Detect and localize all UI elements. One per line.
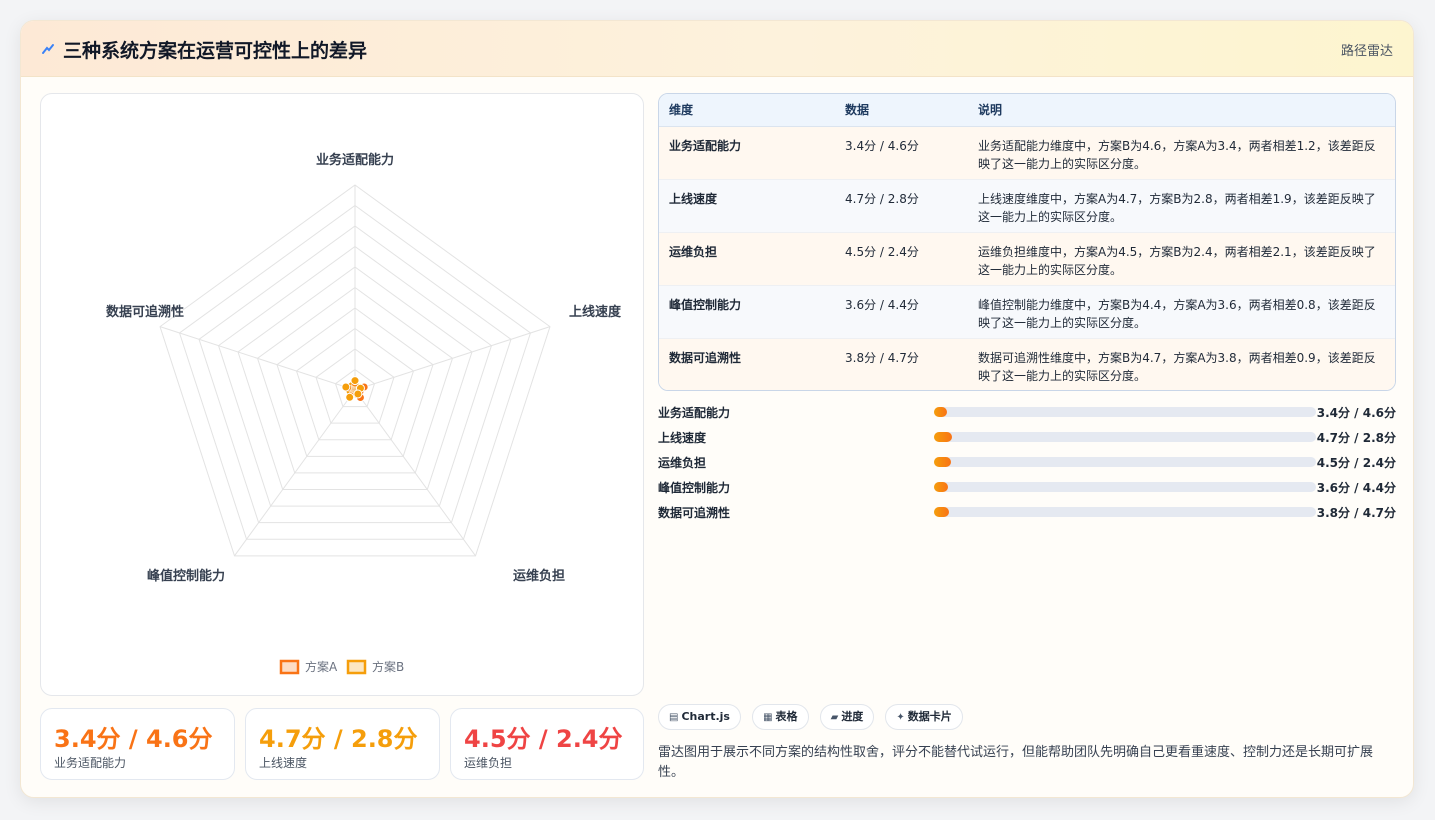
table-icon: ▦	[763, 712, 773, 723]
kpi-value: 3.4分 / 4.6分	[54, 725, 213, 753]
table-header-row: 维度 数据 说明	[659, 94, 1395, 127]
radar-chart: 业务适配能力上线速度运维负担 峰值控制能力 数据可追溯性方案A 方案B	[106, 152, 622, 675]
radar-data-point	[341, 382, 351, 392]
comparison-table: 维度 数据 说明 业务适配能力 3.4分 / 4.6分 业务适配能力维度中，方案…	[658, 93, 1396, 391]
table-cell-data: 3.4分 / 4.6分	[835, 126, 968, 180]
progress-label: 数据可追溯性	[658, 506, 731, 520]
kpi-label: 运维负担	[464, 756, 513, 770]
table-cell-data: 4.5分 / 2.4分	[835, 232, 968, 286]
progress-fill	[934, 457, 952, 467]
table-cell-description: 运维负担维度中，方案A为4.5，方案B为2.4，两者相差2.1，该差距反映了这一…	[968, 232, 1395, 286]
legend-label: 方案B	[372, 659, 404, 674]
progress-fill	[934, 507, 949, 517]
table-cell-data: 4.7分 / 2.8分	[835, 179, 968, 233]
table-row: 业务适配能力 3.4分 / 4.6分 业务适配能力维度中，方案B为4.6，方案A…	[659, 126, 1395, 180]
progress-row: 峰值控制能力 3.6分 / 4.4分	[658, 478, 1396, 503]
table-cell-description: 峰值控制能力维度中，方案B为4.4，方案A为3.6，两者相差0.8，该差距反映了…	[968, 285, 1395, 339]
chip-label: 表格	[775, 710, 798, 723]
table-row: 运维负担 4.5分 / 2.4分 运维负担维度中，方案A为4.5，方案B为2.4…	[659, 232, 1395, 286]
progress-row: 数据可追溯性 3.8分 / 4.7分	[658, 503, 1396, 528]
progress-label: 运维负担	[658, 456, 707, 470]
kpi-label: 业务适配能力	[54, 756, 127, 770]
radar-chart-panel: 业务适配能力上线速度运维负担 峰值控制能力 数据可追溯性方案A 方案B	[40, 93, 644, 696]
radar-data-point	[353, 389, 363, 399]
progress-track	[934, 407, 1316, 417]
chip-chartjs[interactable]: ▤ Chart.js	[658, 704, 741, 730]
radar-axis-label: 运维负担	[513, 568, 565, 584]
chip-label: 进度	[841, 710, 864, 723]
progress-value: 4.7分 / 2.8分	[1316, 431, 1396, 445]
table-cell-dimension: 上线速度	[659, 179, 835, 233]
progress-row: 上线速度 4.7分 / 2.8分	[658, 428, 1396, 453]
chart-icon: ▤	[669, 712, 679, 723]
radar-axis-line	[354, 326, 551, 391]
progress-value: 3.8分 / 4.7分	[1316, 506, 1396, 520]
chart-note: 雷达图用于展示不同方案的结构性取舍，评分不能替代试运行，但能帮助团队先明确自己更…	[658, 745, 1374, 780]
chip-data-card[interactable]: ✦ 数据卡片	[885, 704, 963, 730]
column-header-description: 说明	[968, 94, 1395, 127]
progress-icon: ▰	[830, 712, 839, 723]
legend-swatch	[346, 659, 367, 675]
table-cell-description: 上线速度维度中，方案A为4.7，方案B为2.8，两者相差1.9，该差距反映了这一…	[968, 179, 1395, 233]
radar-axis-label: 业务适配能力	[316, 152, 394, 168]
legend-swatch	[279, 659, 300, 675]
progress-bars: 业务适配能力 3.4分 / 4.6分 上线速度 4.7分 / 2.8分 运维负担…	[658, 403, 1396, 528]
table-cell-dimension: 运维负担	[659, 232, 835, 286]
chip-table[interactable]: ▦ 表格	[752, 704, 809, 730]
chip-progress[interactable]: ▰ 进度	[819, 704, 875, 730]
table-cell-description: 数据可追溯性维度中，方案B为4.7，方案A为3.8，两者相差0.9，该差距反映了…	[968, 338, 1395, 390]
tech-chips: ▤ Chart.js ▦ 表格 ▰ 进度 ✦ 数据卡片	[658, 704, 969, 730]
kpi-label: 上线速度	[259, 756, 308, 770]
radar-axis-line	[159, 326, 356, 391]
radar-data-point	[345, 392, 355, 402]
kpi-value: 4.7分 / 2.8分	[259, 725, 418, 753]
table-cell-description: 业务适配能力维度中，方案B为4.6，方案A为3.4，两者相差1.2，该差距反映了…	[968, 126, 1395, 180]
progress-label: 峰值控制能力	[658, 481, 731, 495]
kpi-card-1: 3.4分 / 4.6分 业务适配能力	[40, 708, 235, 780]
column-header-dimension: 维度	[659, 94, 835, 127]
table-cell-dimension: 峰值控制能力	[659, 285, 835, 339]
progress-track	[934, 432, 1316, 442]
kpi-card-2: 4.7分 / 2.8分 上线速度	[245, 708, 440, 780]
kpi-card-3: 4.5分 / 2.4分 运维负担	[450, 708, 644, 780]
radar-axis-label: 上线速度	[569, 304, 622, 320]
table-row: 数据可追溯性 3.8分 / 4.7分 数据可追溯性维度中，方案B为4.7，方案A…	[659, 338, 1395, 390]
progress-track	[934, 507, 1316, 517]
progress-track	[934, 482, 1316, 492]
progress-value: 4.5分 / 2.4分	[1316, 456, 1396, 470]
progress-label: 上线速度	[658, 431, 707, 445]
chip-label: 数据卡片	[907, 710, 952, 723]
progress-track	[934, 457, 1316, 467]
table-row: 峰值控制能力 3.6分 / 4.4分 峰值控制能力维度中，方案B为4.4，方案A…	[659, 285, 1395, 339]
progress-value: 3.4分 / 4.6分	[1316, 406, 1396, 420]
chip-label: Chart.js	[681, 710, 730, 723]
table-cell-data: 3.6分 / 4.4分	[835, 285, 968, 339]
radar-axis-label: 峰值控制能力	[147, 568, 225, 584]
legend-label: 方案A	[305, 659, 338, 674]
radar-data-point	[350, 376, 360, 386]
radar-axis-label: 数据可追溯性	[106, 304, 184, 320]
lightning-icon	[42, 44, 54, 54]
header-tag: 路径雷达	[1340, 44, 1393, 59]
progress-row: 业务适配能力 3.4分 / 4.6分	[658, 403, 1396, 428]
column-header-data: 数据	[835, 94, 968, 127]
progress-fill	[934, 407, 947, 417]
main-card: 三种系统方案在运营可控性上的差异 路径雷达 业务适配能力 上线速度 运维负担 峰值控制…	[20, 20, 1414, 798]
table-row: 上线速度 4.7分 / 2.8分 上线速度维度中，方案A为4.7，方案B为2.8…	[659, 179, 1395, 233]
table-cell-dimension: 数据可追溯性	[659, 338, 835, 390]
progress-fill	[934, 432, 952, 442]
card-header: 三种系统方案在运营可控性上的差异 路径雷达	[21, 21, 1413, 77]
progress-label: 业务适配能力	[658, 406, 731, 420]
page-title: 三种系统方案在运营可控性上的差异	[63, 40, 368, 62]
progress-fill	[934, 482, 948, 492]
sparkle-icon: ✦	[896, 712, 905, 723]
table-cell-data: 3.8分 / 4.7分	[835, 338, 968, 390]
table-cell-dimension: 业务适配能力	[659, 126, 835, 180]
progress-value: 3.6分 / 4.4分	[1316, 481, 1396, 495]
progress-row: 运维负担 4.5分 / 2.4分	[658, 453, 1396, 478]
kpi-value: 4.5分 / 2.4分	[464, 725, 623, 753]
